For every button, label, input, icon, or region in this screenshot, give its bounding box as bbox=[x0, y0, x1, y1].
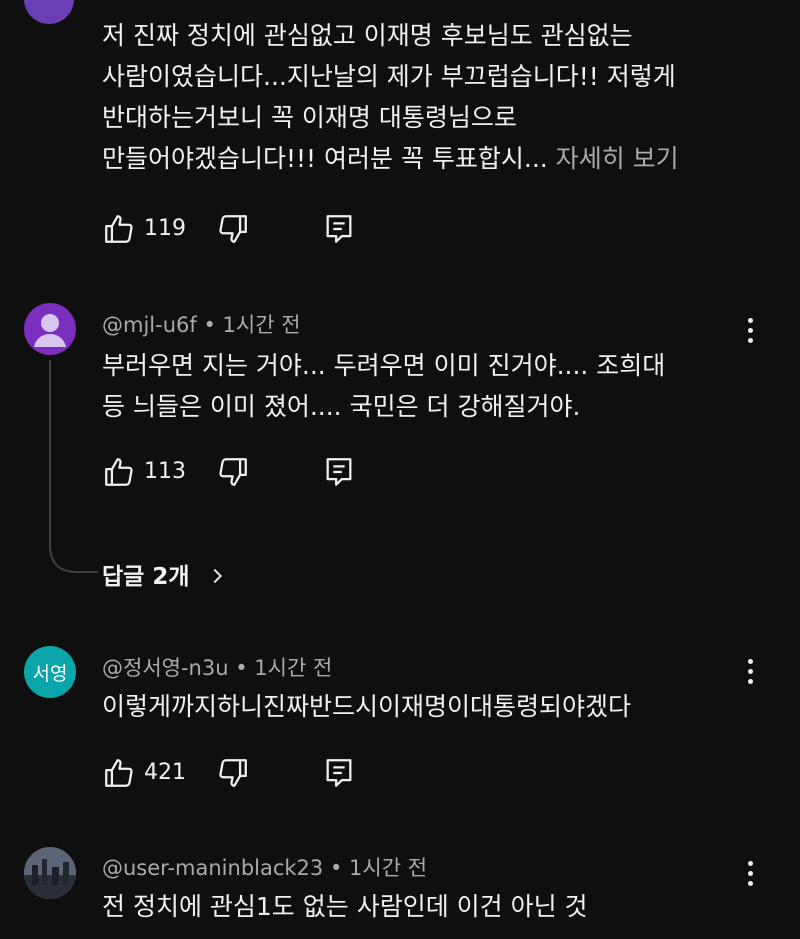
thumb-up-icon bbox=[105, 759, 133, 787]
comment-icon bbox=[326, 759, 352, 787]
meta-separator: • bbox=[235, 656, 248, 680]
comment-line: 만들어야겠습니다!!! 여러분 꼭 투표합시... 자세히 보기 bbox=[102, 138, 679, 179]
replies-label: 답글 2개 bbox=[102, 564, 190, 590]
comment-meta: @정서영-n3u • 1시간 전 bbox=[102, 652, 332, 682]
thumb-down-icon bbox=[219, 458, 247, 486]
comment-menu-button[interactable] bbox=[746, 0, 756, 22]
thumb-down-icon bbox=[219, 215, 247, 243]
author-handle[interactable]: @user-maninblack23 bbox=[102, 856, 323, 880]
comment-menu-button[interactable] bbox=[745, 659, 755, 689]
comment-text: 부러우면 지는 거야... 두려우면 이미 진거야.... 조희대 등 늬들은 … bbox=[102, 345, 665, 427]
comment-line-text: 만들어야겠습니다!!! 여러분 꼭 투표합시... bbox=[102, 144, 548, 173]
reply-button[interactable] bbox=[322, 455, 356, 489]
photo-avatar-icon bbox=[24, 847, 76, 899]
comment-line: 전 정치에 관심1도 없는 사람인데 이건 아닌 것 bbox=[102, 892, 588, 921]
default-avatar-icon bbox=[34, 314, 66, 347]
meta-separator: • bbox=[329, 856, 343, 880]
comment-menu-button[interactable] bbox=[745, 861, 755, 891]
comment-menu-button[interactable] bbox=[745, 318, 755, 348]
comment-text: 저 진짜 정치에 관심없고 이재명 후보님도 관심없는 사람이였습니다...지난… bbox=[102, 15, 679, 179]
comment-icon bbox=[326, 458, 352, 486]
chevron-right-icon bbox=[213, 568, 222, 584]
read-more-link[interactable]: 자세히 보기 bbox=[556, 144, 679, 173]
comment-line: 반대하는거보니 꼭 이재명 대통령님으로 bbox=[102, 103, 517, 132]
comment-time: 1시간 전 bbox=[349, 856, 428, 880]
reply-button[interactable] bbox=[322, 212, 356, 246]
like-count: 113 bbox=[144, 459, 186, 484]
author-handle[interactable]: @mjl-u6f bbox=[102, 313, 197, 337]
dislike-button[interactable] bbox=[216, 455, 250, 489]
dislike-button[interactable] bbox=[216, 212, 250, 246]
thread-line bbox=[49, 360, 98, 573]
comment-text: 전 정치에 관심1도 없는 사람인데 이건 아닌 것 bbox=[102, 886, 588, 927]
comment-line: 저 진짜 정치에 관심없고 이재명 후보님도 관심없는 bbox=[102, 21, 633, 50]
comment-icon bbox=[326, 215, 352, 243]
comment-time: 1시간 전 bbox=[222, 313, 301, 337]
comment-text: 이렇게까지하니진짜반드시이재명이대통령되야겠다 bbox=[102, 686, 631, 727]
meta-separator: • bbox=[203, 313, 216, 337]
avatar[interactable] bbox=[24, 0, 74, 24]
comment-line: 사람이였습니다...지난날의 제가 부끄럽습니다!! 저렇게 bbox=[102, 62, 676, 91]
like-count: 421 bbox=[144, 760, 186, 785]
comment-time: 1시간 전 bbox=[254, 656, 333, 680]
avatar-initials: 서영 bbox=[32, 662, 68, 685]
comment-meta: @mjl-u6f • 1시간 전 bbox=[102, 309, 301, 339]
like-button[interactable] bbox=[102, 212, 136, 246]
avatar[interactable]: 서영 bbox=[24, 646, 76, 698]
dislike-button[interactable] bbox=[216, 756, 250, 790]
like-count: 119 bbox=[144, 216, 186, 241]
like-button[interactable] bbox=[102, 756, 136, 790]
like-button[interactable] bbox=[102, 455, 136, 489]
comment-line: 등 늬들은 이미 졌어.... 국민은 더 강해질거야. bbox=[102, 392, 581, 421]
reply-button[interactable] bbox=[322, 756, 356, 790]
comment-line: 이렇게까지하니진짜반드시이재명이대통령되야겠다 bbox=[102, 692, 632, 721]
thumb-up-icon bbox=[105, 458, 133, 486]
thumb-down-icon bbox=[219, 759, 247, 787]
thumb-up-icon bbox=[105, 215, 133, 243]
author-handle[interactable]: @정서영-n3u bbox=[102, 656, 229, 680]
avatar[interactable] bbox=[24, 847, 76, 899]
view-replies-button[interactable]: 답글 2개 bbox=[102, 557, 228, 591]
avatar[interactable] bbox=[24, 303, 76, 355]
comment-line: 부러우면 지는 거야... 두려우면 이미 진거야.... 조희대 bbox=[102, 351, 666, 380]
comment-meta: @user-maninblack23 • 1시간 전 bbox=[102, 852, 427, 882]
